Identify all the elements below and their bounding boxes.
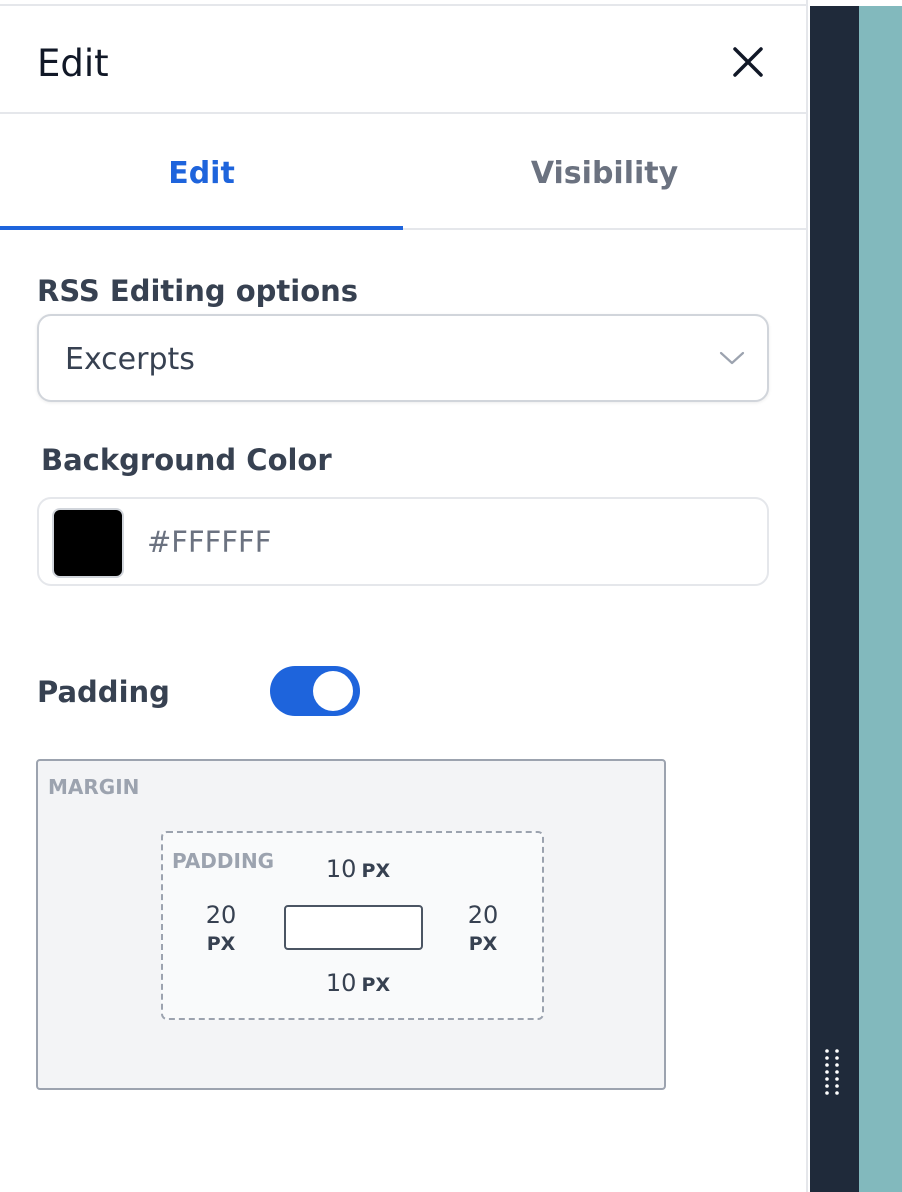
tab-bar: Edit Visibility <box>0 116 806 230</box>
toggle-knob <box>313 671 353 711</box>
side-strip-dark <box>810 6 859 1192</box>
padding-left-unit: PX <box>206 933 236 955</box>
padding-top-unit: PX <box>361 860 391 882</box>
chevron-down-icon <box>719 351 745 365</box>
padding-right-unit: PX <box>468 933 498 955</box>
padding-right-number: 20 <box>467 901 499 929</box>
padding-toggle[interactable] <box>270 666 360 716</box>
background-color-field <box>37 497 769 586</box>
padding-left-number: 20 <box>205 901 237 929</box>
color-swatch[interactable] <box>52 508 124 578</box>
drag-handle-icon <box>825 1049 839 1095</box>
close-button[interactable] <box>728 42 768 82</box>
padding-left-value[interactable]: 20 PX <box>191 901 251 955</box>
panel-title: Edit <box>37 42 109 85</box>
color-hex-input[interactable] <box>147 519 647 565</box>
tab-visibility[interactable]: Visibility <box>403 116 806 230</box>
panel-header: Edit <box>0 6 806 114</box>
rss-options-selected-value: Excerpts <box>65 342 195 377</box>
rss-options-label: RSS Editing options <box>37 274 359 308</box>
padding-label: PADDING <box>172 849 275 873</box>
tab-edit[interactable]: Edit <box>0 116 403 230</box>
active-tab-indicator <box>0 226 403 230</box>
margin-box: MARGIN PADDING 10 PX 20 PX 20 PX 10 PX <box>36 759 666 1090</box>
edit-panel: Edit Edit Visibility RSS Editing options… <box>0 0 808 1192</box>
padding-toggle-label: Padding <box>37 675 170 709</box>
padding-bottom-unit: PX <box>361 974 391 996</box>
rss-options-select[interactable]: Excerpts <box>37 314 769 402</box>
padding-right-value[interactable]: 20 PX <box>453 901 513 955</box>
padding-bottom-number: 10 <box>325 969 357 997</box>
padding-top-number: 10 <box>325 855 357 883</box>
padding-bottom-value[interactable]: 10 PX <box>303 969 413 997</box>
padding-box: PADDING 10 PX 20 PX 20 PX 10 PX <box>161 831 544 1020</box>
panel-resize-handle[interactable] <box>822 1048 844 1100</box>
padding-top-value[interactable]: 10 PX <box>303 855 413 883</box>
margin-label: MARGIN <box>48 775 140 799</box>
side-strip-teal <box>859 6 902 1192</box>
content-box <box>284 905 423 950</box>
close-icon <box>733 47 763 77</box>
background-color-label: Background Color <box>41 443 332 477</box>
